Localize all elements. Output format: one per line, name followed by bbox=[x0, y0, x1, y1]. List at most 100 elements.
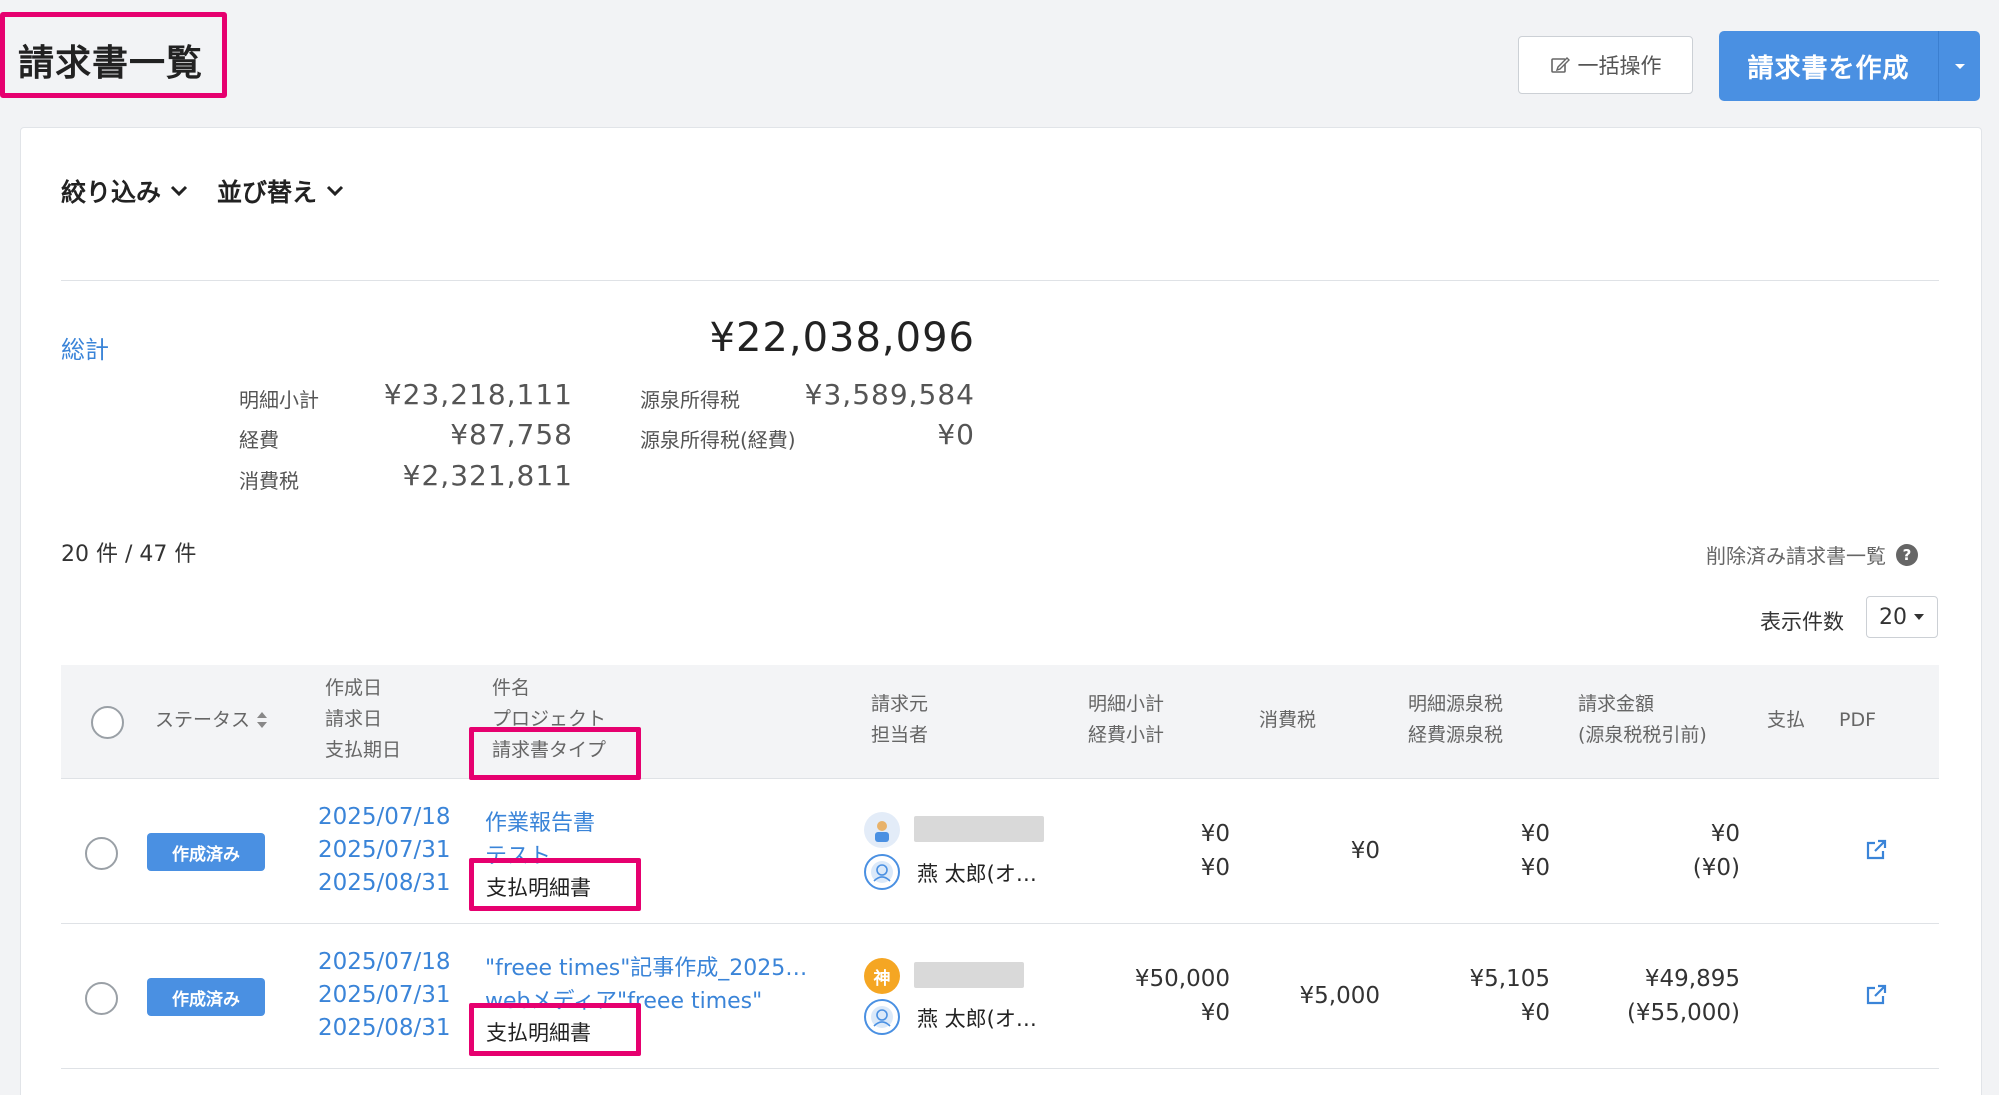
row-divider bbox=[61, 923, 1939, 924]
row-checkbox[interactable] bbox=[85, 837, 118, 870]
invoice-date[interactable]: 2025/07/31 bbox=[318, 982, 451, 1008]
withholding-expense-label: 源泉所得税(経費) bbox=[640, 428, 796, 452]
user-icon bbox=[871, 861, 893, 883]
pdf-external-link[interactable] bbox=[1864, 983, 1888, 1011]
subtotal-value: ¥0 bbox=[1200, 821, 1230, 847]
subtotal-header: 明細小計 bbox=[1088, 693, 1165, 715]
sort-label: 並び替え bbox=[217, 178, 318, 207]
issuer-avatar: 神 bbox=[864, 958, 900, 994]
status-badge: 作成済み bbox=[147, 978, 265, 1016]
external-link-icon bbox=[1866, 839, 1887, 860]
owner-avatar bbox=[864, 854, 900, 890]
filter-dropdown[interactable]: 絞り込み bbox=[61, 173, 189, 209]
bulk-action-button[interactable]: 一括操作 bbox=[1518, 36, 1693, 94]
withholding-value: ¥3,589,584 bbox=[804, 378, 975, 411]
status-header-label: ステータス bbox=[155, 709, 251, 731]
subtotal-value: ¥23,218,111 bbox=[383, 378, 573, 411]
per-page-select[interactable]: 20 bbox=[1866, 596, 1938, 638]
result-count: 20 件 / 47 件 bbox=[61, 542, 197, 567]
pdf-header: PDF bbox=[1839, 709, 1877, 731]
issuer-header: 請求元 bbox=[871, 693, 929, 715]
external-link-icon bbox=[1866, 984, 1887, 1005]
tax-label: 消費税 bbox=[239, 469, 299, 493]
person-icon bbox=[875, 821, 889, 842]
amount-header: 請求金額 bbox=[1578, 693, 1655, 715]
expense-withholding-header: 経費源泉税 bbox=[1408, 724, 1504, 746]
withholding-value: ¥0 bbox=[1520, 821, 1550, 847]
withholding-header: 明細源泉税 bbox=[1408, 693, 1504, 715]
select-all-checkbox[interactable] bbox=[91, 706, 124, 739]
deleted-invoices-label[interactable]: 削除済み請求書一覧 bbox=[1706, 540, 1886, 569]
owner-name: 燕 太郎(オ… bbox=[917, 862, 1037, 886]
row-checkbox[interactable] bbox=[85, 982, 118, 1015]
payment-header: 支払 bbox=[1767, 709, 1806, 731]
pdf-external-link[interactable] bbox=[1864, 838, 1888, 866]
status-column-header[interactable]: ステータス bbox=[155, 705, 268, 735]
tax-value: ¥0 bbox=[1350, 838, 1380, 864]
amount-value: ¥49,895 bbox=[1644, 966, 1740, 992]
owner-header: 担当者 bbox=[871, 724, 929, 746]
filter-label: 絞り込み bbox=[61, 178, 162, 207]
chevron-down-icon bbox=[170, 185, 188, 197]
type-highlight-box bbox=[469, 1003, 641, 1056]
per-page-label: 表示件数 bbox=[1760, 610, 1844, 634]
due-date-header: 支払期日 bbox=[325, 739, 402, 761]
issuer-name-redacted bbox=[914, 816, 1044, 842]
chevron-down-icon bbox=[326, 185, 344, 197]
help-icon[interactable]: ? bbox=[1896, 543, 1918, 566]
create-options-dropdown[interactable] bbox=[1938, 31, 1980, 101]
subtotal-value: ¥50,000 bbox=[1134, 966, 1230, 992]
issuer-avatar bbox=[864, 812, 900, 848]
type-highlight-box bbox=[469, 858, 641, 911]
due-date[interactable]: 2025/08/31 bbox=[318, 870, 451, 896]
issuer-name-redacted bbox=[914, 962, 1024, 988]
amount-note-header: (源泉税税引前) bbox=[1578, 724, 1707, 746]
invoice-list-card bbox=[20, 127, 1982, 1095]
type-header-highlight-box bbox=[469, 727, 641, 780]
edit-icon bbox=[1550, 57, 1570, 73]
invoice-subject-link[interactable]: 作業報告書 bbox=[485, 805, 595, 837]
tax-header: 消費税 bbox=[1259, 709, 1317, 731]
withholding-value: ¥5,105 bbox=[1469, 966, 1550, 992]
expense-value: ¥87,758 bbox=[450, 418, 573, 451]
page-title: 請求書一覧 bbox=[18, 43, 204, 84]
created-date[interactable]: 2025/07/18 bbox=[318, 949, 451, 975]
sort-icon bbox=[257, 712, 268, 728]
expense-subtotal-header: 経費小計 bbox=[1088, 724, 1165, 746]
expense-withholding-value: ¥0 bbox=[1520, 855, 1550, 881]
status-badge: 作成済み bbox=[147, 833, 265, 871]
row-divider bbox=[61, 1068, 1939, 1069]
summary-total: ¥22,038,096 bbox=[709, 315, 975, 361]
deleted-invoices-link[interactable]: 削除済み請求書一覧 ? bbox=[1706, 540, 1918, 569]
owner-avatar bbox=[864, 999, 900, 1035]
tax-value: ¥2,321,811 bbox=[402, 459, 573, 492]
withholding-expense-value: ¥0 bbox=[937, 418, 975, 451]
create-invoice-label[interactable]: 請求書を作成 bbox=[1719, 31, 1938, 101]
due-date[interactable]: 2025/08/31 bbox=[318, 1015, 451, 1041]
expense-withholding-value: ¥0 bbox=[1520, 1000, 1550, 1026]
section-divider bbox=[61, 280, 1939, 281]
amount-note-value: (¥0) bbox=[1692, 855, 1740, 881]
caret-down-icon bbox=[1914, 614, 1924, 620]
user-icon bbox=[871, 1006, 893, 1028]
subject-header: 件名 bbox=[492, 677, 531, 699]
expense-subtotal-value: ¥0 bbox=[1200, 1000, 1230, 1026]
invoice-date-header: 請求日 bbox=[325, 708, 383, 730]
subtotal-label: 明細小計 bbox=[239, 388, 319, 412]
invoice-date[interactable]: 2025/07/31 bbox=[318, 837, 451, 863]
expense-label: 経費 bbox=[239, 428, 279, 452]
invoice-subject-link[interactable]: "freee times"記事作成_2025… bbox=[485, 950, 807, 982]
create-invoice-button[interactable]: 請求書を作成 bbox=[1719, 31, 1980, 101]
amount-value: ¥0 bbox=[1710, 821, 1740, 847]
created-date[interactable]: 2025/07/18 bbox=[318, 804, 451, 830]
expense-subtotal-value: ¥0 bbox=[1200, 855, 1230, 881]
bulk-action-label: 一括操作 bbox=[1577, 54, 1662, 78]
per-page-value: 20 bbox=[1879, 604, 1907, 630]
created-date-header: 作成日 bbox=[325, 677, 383, 699]
withholding-label: 源泉所得税 bbox=[640, 388, 740, 412]
tax-value: ¥5,000 bbox=[1299, 983, 1380, 1009]
owner-name: 燕 太郎(オ… bbox=[917, 1007, 1037, 1031]
sort-dropdown[interactable]: 並び替え bbox=[217, 173, 345, 209]
filter-sort-bar: 絞り込み 並び替え bbox=[61, 173, 345, 209]
summary-label[interactable]: 総計 bbox=[61, 330, 109, 365]
